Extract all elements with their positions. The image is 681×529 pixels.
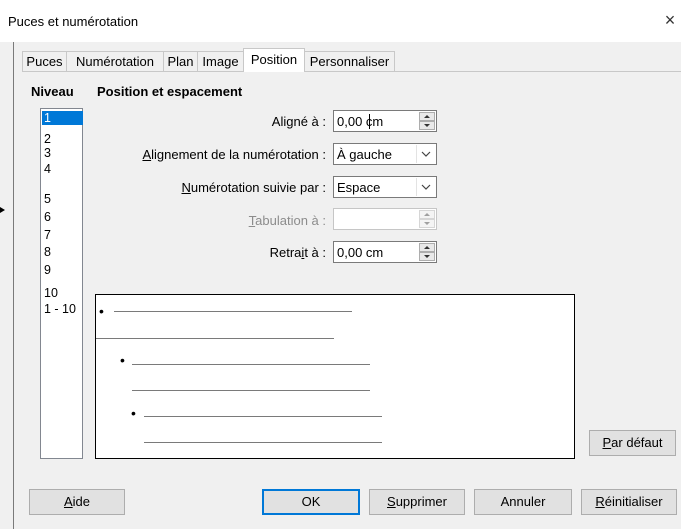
preview-line xyxy=(132,364,370,365)
tab-plan[interactable]: Plan xyxy=(163,51,198,71)
chevron-down-icon[interactable] xyxy=(416,145,435,163)
tab-numerotation[interactable]: Numérotation xyxy=(66,51,164,71)
numbering-alignment-value: À gauche xyxy=(337,147,392,162)
level-item[interactable]: 10 xyxy=(42,286,83,300)
numbering-followed-by-select[interactable]: Espace xyxy=(333,176,437,198)
help-button[interactable]: Aide xyxy=(29,489,125,515)
preview-line xyxy=(144,416,382,417)
indent-at-value[interactable]: 0,00 cm xyxy=(337,245,383,260)
numbering-followed-by-label: Numérotation suivie par : xyxy=(181,180,326,195)
level-heading: Niveau xyxy=(31,84,74,99)
spin-down-icon[interactable] xyxy=(419,252,435,261)
preview-line xyxy=(96,338,334,339)
tab-stop-spinbox xyxy=(333,208,437,230)
indent-at-label: Retrait à : xyxy=(269,245,326,260)
level-item[interactable]: 8 xyxy=(42,245,83,259)
level-item[interactable]: 7 xyxy=(42,228,83,242)
spin-up-icon xyxy=(419,210,435,219)
preview-bullet: • xyxy=(131,405,136,421)
spin-down-icon[interactable] xyxy=(419,121,435,130)
aligned-at-label: Aligné à : xyxy=(271,114,326,129)
numbering-alignment-select[interactable]: À gauche xyxy=(333,143,437,165)
preview-bullet: • xyxy=(99,303,104,319)
text-cursor xyxy=(369,114,370,129)
level-item[interactable]: 4 xyxy=(42,162,83,176)
reset-button[interactable]: Réinitialiser xyxy=(581,489,677,515)
ok-button[interactable]: OK xyxy=(262,489,360,515)
indent-at-spin-buttons xyxy=(419,243,435,261)
aligned-at-value[interactable]: 0,00 cm xyxy=(337,114,383,129)
tab-position[interactable]: Position xyxy=(243,48,305,72)
numbering-alignment-label: Alignement de la numérotation : xyxy=(142,147,326,162)
position-heading: Position et espacement xyxy=(97,84,243,99)
tab-personnaliser[interactable]: Personnaliser xyxy=(304,51,395,71)
preview-line xyxy=(132,390,370,391)
preview-box: • • • xyxy=(95,294,575,459)
aligned-at-spinbox[interactable]: 0,00 cm xyxy=(333,110,437,132)
indent-at-spinbox[interactable]: 0,00 cm xyxy=(333,241,437,263)
default-button[interactable]: Par défaut xyxy=(589,430,676,456)
window-title: Puces et numérotation xyxy=(8,14,139,29)
preview-line xyxy=(114,311,352,312)
tab-stop-label: Tabulation à : xyxy=(248,213,326,228)
remove-button[interactable]: Supprimer xyxy=(369,489,465,515)
spin-up-icon[interactable] xyxy=(419,243,435,252)
window-left-border xyxy=(13,42,14,529)
level-item[interactable]: 1 - 10 xyxy=(42,302,83,316)
level-item[interactable]: 1 xyxy=(42,111,83,125)
spin-down-icon xyxy=(419,219,435,228)
level-item[interactable]: 2 xyxy=(42,132,83,146)
tab-puces[interactable]: Puces xyxy=(22,51,67,71)
level-item[interactable]: 5 xyxy=(42,192,83,206)
level-item[interactable]: 9 xyxy=(42,263,83,277)
preview-bullet: • xyxy=(120,352,125,368)
close-icon[interactable]: × xyxy=(662,10,678,30)
preview-line xyxy=(144,442,382,443)
level-item[interactable]: 3 xyxy=(42,146,83,160)
tab-image[interactable]: Image xyxy=(197,51,244,71)
chevron-down-icon[interactable] xyxy=(416,178,435,196)
tab-stop-spin-buttons xyxy=(419,210,435,228)
numbering-followed-by-value: Espace xyxy=(337,180,381,195)
spin-up-icon[interactable] xyxy=(419,112,435,121)
level-item[interactable]: 6 xyxy=(42,210,83,224)
aligned-at-spin-buttons xyxy=(419,112,435,130)
level-list[interactable]: 1 2 3 4 5 6 7 8 9 10 1 - 10 xyxy=(40,108,83,459)
pointer-arrow-icon xyxy=(0,207,6,213)
cancel-button[interactable]: Annuler xyxy=(474,489,572,515)
